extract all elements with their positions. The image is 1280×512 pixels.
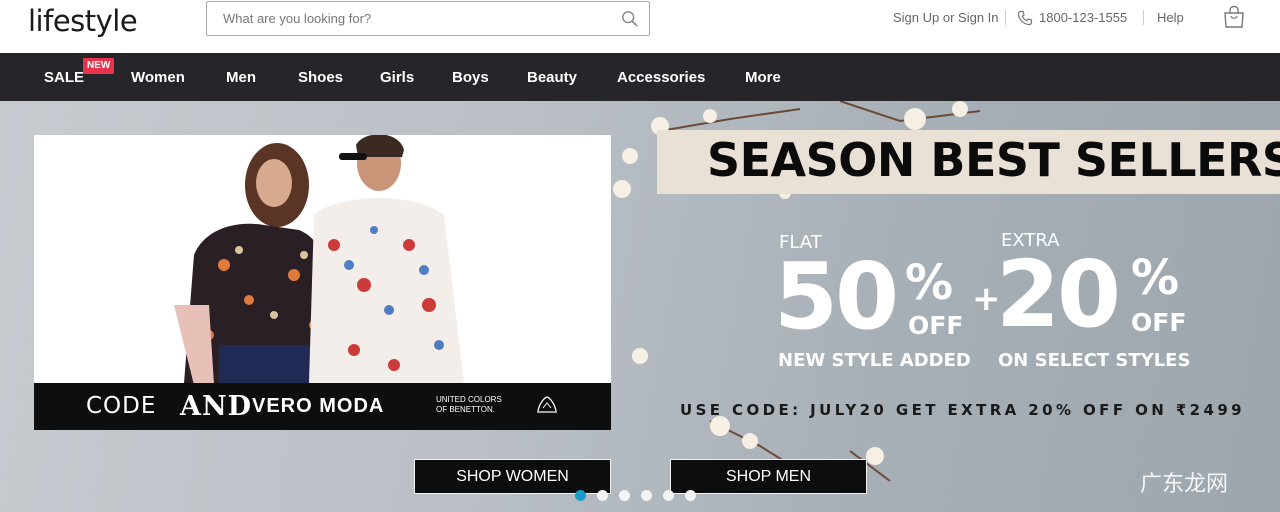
carousel-dot[interactable] — [641, 490, 652, 501]
nav-item-boys[interactable]: Boys — [452, 53, 489, 101]
new-badge: NEW — [83, 58, 115, 74]
offer2-unit: % — [1131, 250, 1180, 306]
phone-icon — [1017, 10, 1033, 26]
header: lifestyle Sign Up or Sign In 1800-123-15… — [0, 0, 1280, 53]
main-nav: SALE NEW Women Men Shoes Girls Boys Beau… — [0, 53, 1280, 101]
brand-logo-icon — [537, 396, 557, 413]
brand-vero-moda: VERO MODA — [252, 395, 385, 417]
nav-item-sale[interactable]: SALE — [44, 53, 84, 101]
brand-code: CODE — [86, 393, 157, 419]
offer2-suffix: OFF — [1131, 308, 1187, 337]
phone-number[interactable]: 1800-123-1555 — [1039, 10, 1127, 25]
promo-code-text: USE CODE: JULY20 GET EXTRA 20% OFF ON ₹2… — [680, 401, 1246, 419]
nav-item-men[interactable]: Men — [226, 53, 256, 101]
nav-item-beauty[interactable]: Beauty — [527, 53, 577, 101]
carousel-dot[interactable] — [685, 490, 696, 501]
signin-link[interactable]: Sign Up or Sign In — [893, 10, 999, 25]
offer1-suffix: OFF — [908, 311, 964, 340]
search-input[interactable] — [207, 2, 607, 35]
nav-item-women[interactable]: Women — [131, 53, 185, 101]
logo-text: lifestyle — [28, 4, 138, 38]
search-bar — [206, 1, 650, 36]
shop-men-button[interactable]: SHOP MEN — [670, 459, 867, 494]
headline: SEASON BEST SELLERS — [707, 133, 1280, 187]
brand-benetton-line2: OF BENETTON. — [436, 405, 495, 414]
models-illustration — [174, 135, 464, 383]
carousel-dot[interactable] — [575, 490, 586, 501]
nav-item-more[interactable]: More — [745, 53, 781, 101]
nav-item-girls[interactable]: Girls — [380, 53, 414, 101]
offer1-subtitle: NEW STYLE ADDED — [778, 350, 971, 371]
nav-item-shoes[interactable]: Shoes — [298, 53, 343, 101]
shopping-bag-icon[interactable] — [1222, 5, 1246, 29]
header-divider — [1143, 10, 1144, 25]
offer2-value: 20 — [996, 241, 1121, 348]
search-icon[interactable] — [621, 10, 639, 28]
offer2-subtitle: ON SELECT STYLES — [998, 350, 1191, 371]
carousel-dot[interactable] — [597, 490, 608, 501]
hero-banner[interactable]: CODE AND VERO MODA UNITED COLORS OF BENE… — [0, 101, 1280, 512]
brand-and: AND — [180, 391, 253, 422]
watermark: 广东龙网 — [1140, 472, 1229, 497]
help-link[interactable]: Help — [1157, 10, 1184, 25]
shop-women-button[interactable]: SHOP WOMEN — [414, 459, 611, 494]
nav-item-accessories[interactable]: Accessories — [617, 53, 705, 101]
lifestyle-logo[interactable]: lifestyle — [28, 4, 138, 38]
offer1-value: 50 — [774, 243, 899, 350]
carousel-dot[interactable] — [619, 490, 630, 501]
offer1-unit: % — [905, 255, 954, 311]
brand-strip: CODE AND VERO MODA UNITED COLORS OF BENE… — [34, 383, 611, 430]
headline-box: SEASON BEST SELLERS — [657, 130, 1280, 194]
header-divider — [1005, 10, 1006, 25]
carousel-dot[interactable] — [663, 490, 674, 501]
model-photo[interactable]: CODE AND VERO MODA UNITED COLORS OF BENE… — [34, 135, 611, 430]
